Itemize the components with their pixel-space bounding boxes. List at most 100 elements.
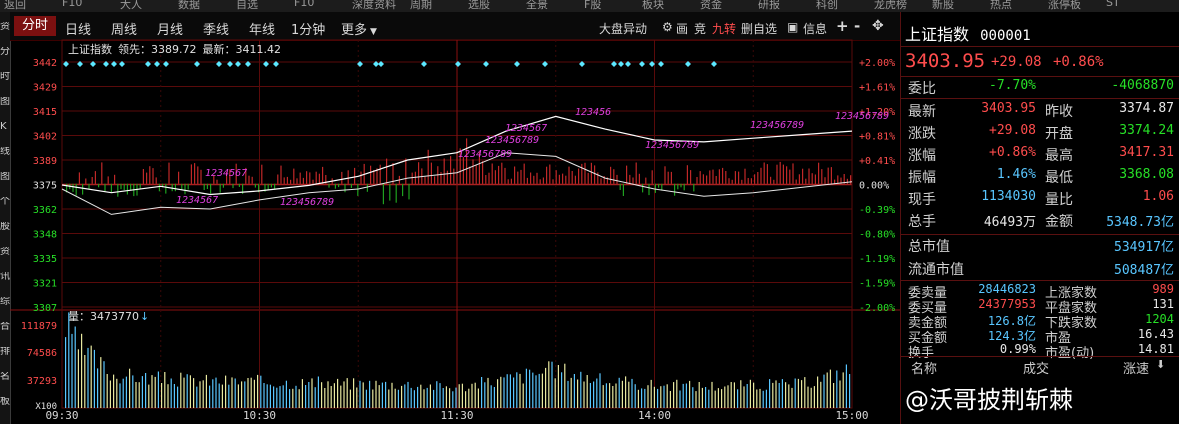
tick-bar bbox=[696, 177, 698, 184]
quote-value: 1.46% bbox=[996, 167, 1036, 182]
volume-bar bbox=[845, 364, 847, 408]
security-code: 000001 bbox=[980, 28, 1031, 44]
volume-bar bbox=[801, 380, 803, 408]
quote-label: 最低 bbox=[1045, 170, 1073, 186]
time-tick: 11:30 bbox=[440, 409, 473, 422]
tick-bar bbox=[354, 167, 356, 184]
tick-bar bbox=[267, 183, 269, 190]
volume-bar bbox=[356, 387, 358, 408]
tick-bar bbox=[430, 162, 432, 184]
volume-bar bbox=[743, 386, 745, 408]
volume-bar bbox=[570, 377, 572, 408]
volume-bar bbox=[669, 391, 671, 408]
top-menu-item[interactable]: 热点 bbox=[990, 0, 1012, 12]
volume-bar bbox=[391, 382, 393, 408]
y-price-tick: 3415 bbox=[33, 107, 57, 118]
quote-label: 总手 bbox=[908, 214, 936, 230]
volume-bar bbox=[365, 389, 367, 408]
tick-bar bbox=[594, 165, 596, 184]
volume-bar bbox=[698, 382, 700, 408]
volume-bar bbox=[311, 378, 313, 408]
volume-bar bbox=[730, 382, 732, 408]
volume-bar bbox=[426, 387, 428, 408]
volume-bar bbox=[308, 382, 310, 408]
stats-value: 24377953 bbox=[978, 297, 1036, 311]
volume-bar bbox=[765, 389, 767, 408]
tick-bar bbox=[680, 183, 682, 188]
y-price-tick: 3442 bbox=[33, 58, 57, 69]
volume-bar bbox=[154, 376, 156, 408]
tick-bar bbox=[152, 168, 154, 184]
tick-bar bbox=[773, 179, 775, 184]
tick-bar bbox=[270, 183, 272, 188]
tick-bar bbox=[350, 183, 352, 188]
tick-bar bbox=[747, 178, 749, 184]
volume-bar bbox=[759, 388, 761, 408]
quote-row: 总手 46493万 金额 5348.73亿 bbox=[901, 211, 1179, 232]
tick-bar bbox=[811, 173, 813, 184]
tick-bar bbox=[485, 175, 487, 184]
volume-bar bbox=[362, 382, 364, 408]
tick-bar bbox=[539, 179, 541, 184]
volume-bar bbox=[417, 386, 419, 408]
volume-label: 量： bbox=[68, 310, 90, 323]
tick-bar bbox=[181, 183, 183, 190]
tick-bar bbox=[587, 172, 589, 184]
volume-bar bbox=[455, 387, 457, 408]
tick-bar bbox=[651, 170, 653, 184]
volume-bar bbox=[849, 374, 851, 408]
tick-bar bbox=[776, 164, 778, 184]
latest-value: 3411.42 bbox=[236, 43, 282, 56]
top-menu-item[interactable]: 涨停板 bbox=[1048, 0, 1081, 12]
chart-header: 上证指数 领先：3389.72 最新：3411.42 bbox=[68, 42, 281, 56]
time-tick: 15:00 bbox=[835, 409, 868, 422]
volume-bar bbox=[375, 380, 377, 408]
tick-bar bbox=[597, 172, 599, 184]
top-menu-item[interactable]: 新股 bbox=[932, 0, 954, 12]
tick-bar bbox=[101, 162, 103, 184]
volume-bar bbox=[468, 388, 470, 408]
sort-down-icon[interactable]: ⬇ bbox=[1156, 358, 1165, 371]
volume-header: 量：3473770 bbox=[68, 310, 139, 323]
volume-bar bbox=[241, 381, 243, 408]
tick-bar bbox=[712, 169, 714, 184]
volume-bar bbox=[826, 372, 828, 408]
volume-bar bbox=[161, 383, 163, 408]
tick-bar bbox=[123, 183, 125, 191]
volume-bar bbox=[212, 379, 214, 408]
volume-bar bbox=[353, 378, 355, 408]
volume-bar bbox=[500, 376, 502, 408]
intraday-chart[interactable]: 3442 +2.00%3429 +1.61%3415 +1.20%3402 +0.81%… bbox=[0, 0, 900, 424]
tick-bar bbox=[821, 169, 823, 184]
top-menu-item[interactable]: ST bbox=[1106, 0, 1120, 9]
tick-bar bbox=[664, 166, 666, 184]
volume-bar bbox=[103, 361, 105, 408]
tick-bar bbox=[443, 158, 445, 184]
volume-bar bbox=[577, 379, 579, 408]
volume-bar bbox=[653, 386, 655, 408]
tick-bar bbox=[149, 166, 151, 184]
tick-bar bbox=[187, 183, 189, 190]
volume-bar bbox=[711, 381, 713, 408]
volume-bar bbox=[263, 383, 265, 408]
tick-bar bbox=[178, 171, 180, 184]
tick-bar bbox=[309, 172, 311, 184]
tick-bar bbox=[504, 167, 506, 184]
y-pct-tick: -2.00% bbox=[859, 303, 895, 314]
tick-bar bbox=[674, 183, 676, 196]
tick-bar bbox=[514, 166, 516, 184]
tick-bar bbox=[645, 177, 647, 184]
volume-bar bbox=[433, 389, 435, 408]
volume-bar bbox=[439, 383, 441, 408]
volume-bar bbox=[340, 385, 342, 408]
volume-bar bbox=[125, 376, 127, 408]
volume-bar bbox=[170, 378, 172, 408]
ltsz-value: 508487亿 bbox=[1114, 263, 1174, 278]
list-header: 名称 成交 涨速 ⬇ bbox=[901, 358, 1179, 378]
volume-bar bbox=[100, 357, 102, 408]
stats-value: 1204 bbox=[1145, 312, 1174, 326]
volume-bar bbox=[772, 382, 774, 408]
volume-bar bbox=[506, 374, 508, 408]
tick-bar bbox=[482, 161, 484, 184]
volume-bar bbox=[202, 380, 204, 408]
